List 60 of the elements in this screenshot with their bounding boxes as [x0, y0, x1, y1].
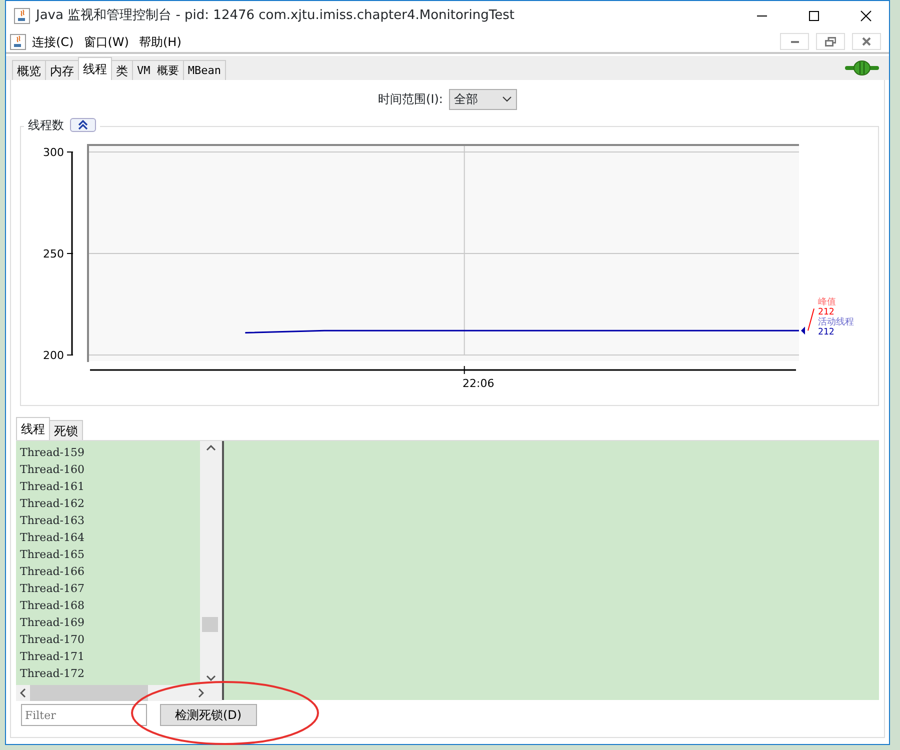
scrollbar-thumb[interactable]: [202, 617, 218, 632]
chevron-left-icon: [20, 688, 26, 698]
java-cup-icon: [14, 8, 30, 24]
axis-label: 300: [43, 146, 64, 159]
thread-item[interactable]: Thread-169: [20, 614, 196, 631]
tab[interactable]: 死锁: [49, 420, 83, 440]
maximize-icon: [808, 10, 820, 22]
minimize-icon: [790, 40, 800, 43]
thread-item[interactable]: Thread-164: [20, 529, 196, 546]
thread-item[interactable]: Thread-171: [20, 648, 196, 665]
horizontal-scrollbar[interactable]: [16, 685, 222, 701]
menu-item[interactable]: 连接(C): [28, 32, 78, 50]
window-title: Java 监视和管理控制台 - pid: 12476 com.xjtu.imiss.chapter4.MonitoringTest: [36, 7, 516, 26]
thread-item[interactable]: Thread-163: [20, 512, 196, 529]
close-icon: [860, 10, 872, 22]
java-cup-icon: [10, 34, 26, 50]
thread-item[interactable]: Thread-172: [20, 665, 196, 682]
leader-line: [808, 308, 814, 332]
thread-item[interactable]: Thread-159: [20, 444, 196, 461]
tab[interactable]: 线程: [16, 417, 50, 440]
connection-plug-icon: [845, 60, 879, 76]
chevron-down-icon: [502, 96, 512, 102]
restore-icon: [825, 36, 836, 46]
time-range-dropdown[interactable]: 全部: [448, 88, 517, 110]
filter-field[interactable]: Filter: [21, 704, 147, 726]
legend-label: 活动线程: [818, 318, 854, 328]
thread-item[interactable]: Thread-162: [20, 495, 196, 512]
scrollbar-thumb[interactable]: [30, 685, 148, 701]
legend-value: 212: [818, 328, 834, 338]
restore-button[interactable]: [816, 33, 845, 50]
tab[interactable]: 线程: [78, 57, 112, 80]
legend-value: 212: [818, 308, 834, 318]
panel-title: 线程数: [28, 117, 64, 134]
thread-item[interactable]: Thread-168: [20, 597, 196, 614]
tab[interactable]: 概览: [12, 60, 46, 80]
axis-label: 22:06: [462, 377, 494, 390]
vertical-scrollbar[interactable]: [200, 441, 222, 685]
marker-icon: [801, 326, 805, 335]
detect-deadlock-button[interactable]: 检测死锁(D): [160, 704, 257, 726]
chevron-up-icon: [206, 445, 216, 451]
menu-item[interactable]: 帮助(H): [134, 32, 186, 50]
chevron-down-icon: [206, 675, 216, 681]
legend-label: 峰值: [818, 298, 836, 308]
thread-item[interactable]: Thread-166: [20, 563, 196, 580]
thread-item[interactable]: Thread-165: [20, 546, 196, 563]
double-chevron-up-icon: [78, 120, 88, 130]
chevron-right-icon: [198, 688, 204, 698]
menu-item[interactable]: 窗口(W): [80, 32, 133, 50]
axis-label: 200: [43, 349, 64, 362]
thread-item[interactable]: Thread-161: [20, 478, 196, 495]
tab[interactable]: 类: [111, 60, 133, 80]
tab[interactable]: MBean: [182, 60, 226, 80]
axis-label: 250: [43, 248, 64, 260]
thread-item[interactable]: Thread-167: [20, 580, 196, 597]
collapse-button[interactable]: [70, 118, 96, 132]
time-range-label: 时间范围(I):: [378, 91, 443, 108]
close-icon: [862, 37, 871, 46]
minimize-button[interactable]: [780, 33, 809, 50]
thread-item[interactable]: Thread-160: [20, 461, 196, 478]
thread-item[interactable]: Thread-170: [20, 631, 196, 648]
